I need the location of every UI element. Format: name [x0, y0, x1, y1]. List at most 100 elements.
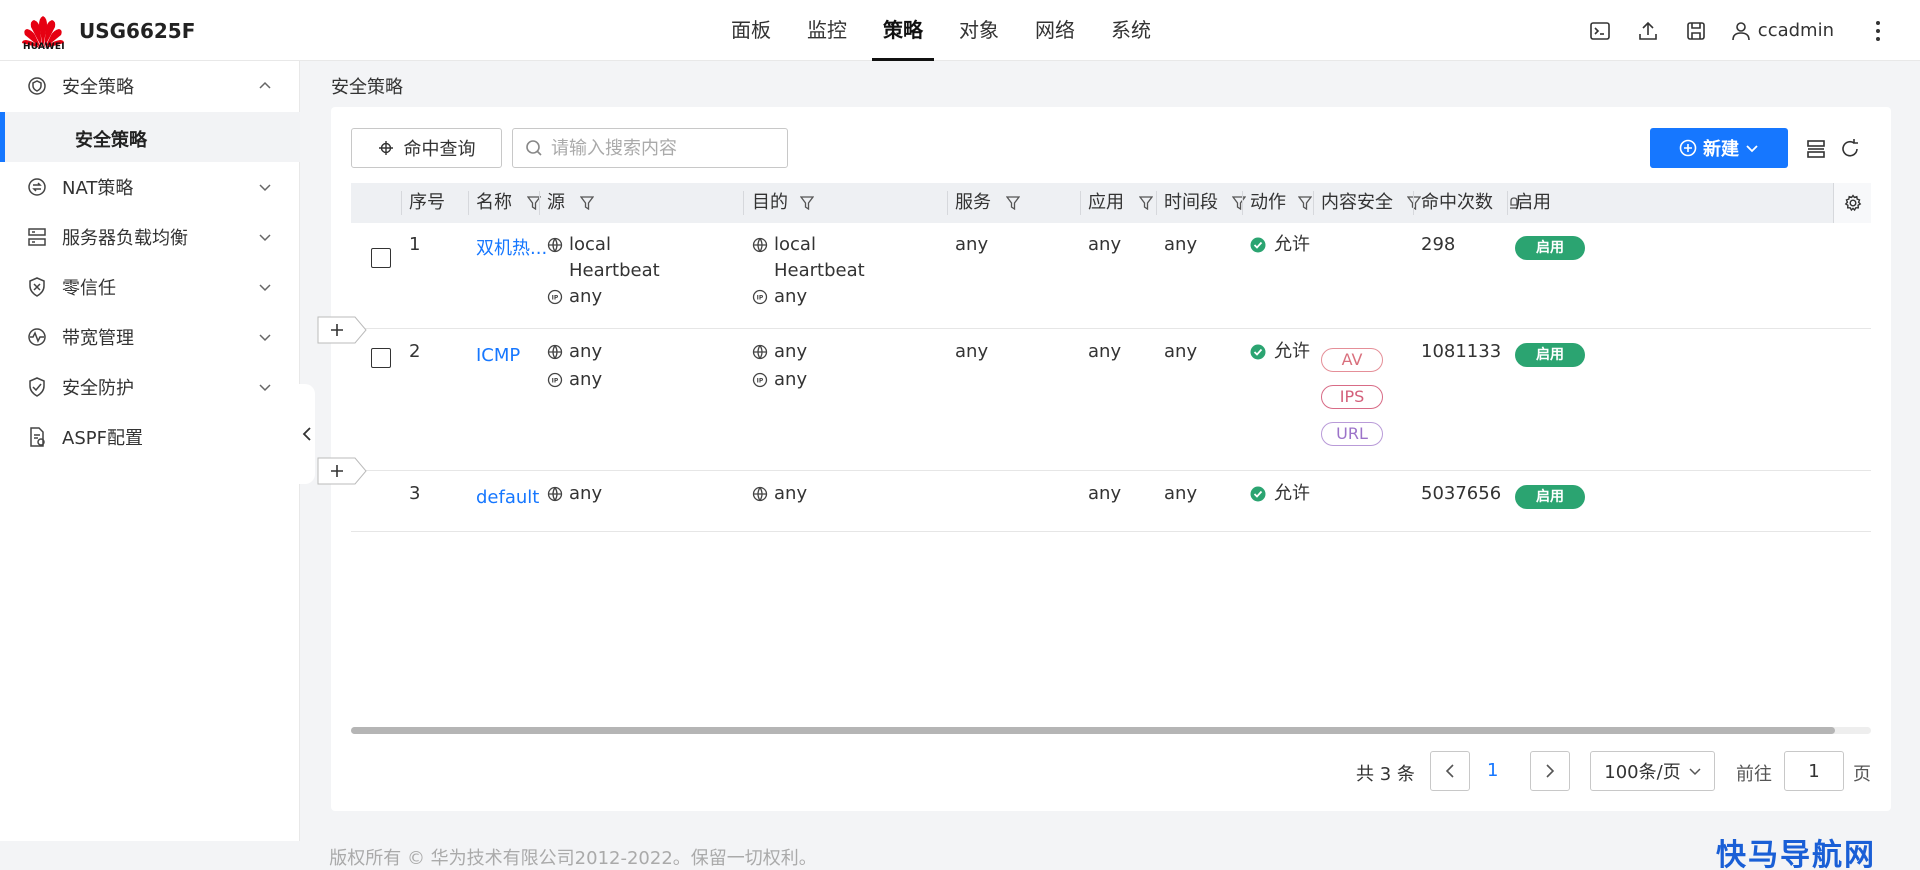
cell-name-link[interactable]: 双机热... — [476, 237, 547, 261]
cell-hits: 1081133 — [1421, 341, 1502, 362]
page-number-current[interactable]: 1 — [1487, 760, 1498, 781]
table-row[interactable]: 3 default any any any any 允许 5037656 启用 — [351, 472, 1871, 532]
cell-time-range: any — [1164, 234, 1198, 255]
cell-time-range: any — [1164, 341, 1198, 362]
sidebar-item-label: 服务器负载均衡 — [62, 228, 188, 249]
svg-text:IP: IP — [552, 295, 559, 302]
content-security-tag-av[interactable]: AV — [1321, 348, 1383, 372]
col-service[interactable]: 服务 — [955, 183, 1020, 223]
nav-dashboard[interactable]: 面板 — [720, 0, 782, 61]
sidebar-collapse-handle[interactable] — [299, 384, 315, 484]
nat-icon — [28, 178, 46, 196]
cell-name-link[interactable]: ICMP — [476, 344, 520, 368]
col-source[interactable]: 源 — [547, 183, 594, 223]
refresh-icon[interactable] — [1839, 138, 1861, 160]
cell-application: any — [1088, 483, 1122, 504]
cell-enabled: 启用 — [1515, 484, 1585, 509]
insert-row-button[interactable] — [317, 457, 367, 485]
nav-system[interactable]: 系统 — [1100, 0, 1162, 61]
security-policy-icon — [28, 77, 46, 95]
hit-query-button[interactable]: 命中查询 — [351, 128, 502, 168]
ip-address-icon: IP — [752, 372, 768, 388]
footer-copyright: 版权所有 © 华为技术有限公司2012-2022。保留一切权利。 — [329, 848, 817, 869]
sidebar-item-bandwidth[interactable]: 带宽管理 — [0, 312, 300, 362]
prev-page-button[interactable] — [1430, 751, 1470, 791]
sidebar-subitem-security-policy[interactable]: 安全策略 — [0, 112, 300, 162]
row-checkbox[interactable] — [371, 348, 391, 368]
sidebar-item-nat-policy[interactable]: NAT策略 — [0, 162, 300, 212]
ip-address-icon: IP — [752, 289, 768, 305]
col-time-range[interactable]: 时间段 — [1164, 183, 1246, 223]
sidebar-item-aspf[interactable]: ASPF配置 — [0, 412, 300, 462]
chevron-up-icon — [259, 81, 271, 89]
content-security-tag-url[interactable]: URL — [1321, 422, 1383, 446]
hit-query-label: 命中查询 — [403, 139, 476, 160]
col-application[interactable]: 应用 — [1088, 183, 1153, 223]
cell-index: 1 — [409, 234, 421, 255]
plus-circle-icon — [1679, 139, 1697, 157]
cell-application: any — [1088, 234, 1122, 255]
check-circle-icon — [1250, 237, 1266, 253]
nav-object[interactable]: 对象 — [948, 0, 1010, 61]
cell-source: any — [547, 482, 602, 506]
chevron-down-icon — [259, 284, 271, 292]
save-icon[interactable] — [1684, 19, 1708, 43]
table-row[interactable]: 2 ICMP any IP any any IP any any any any 允… — [351, 330, 1871, 471]
sidebar-item-security-policy[interactable]: 安全策略 — [0, 61, 300, 111]
content-security-tag-ips[interactable]: IPS — [1321, 385, 1383, 409]
filter-icon — [1407, 196, 1421, 210]
column-settings-icon[interactable] — [1805, 138, 1827, 160]
terminal-icon[interactable] — [1588, 19, 1612, 43]
cell-name-link[interactable]: default — [476, 486, 539, 510]
check-circle-icon — [1250, 486, 1266, 502]
new-button[interactable]: 新建 — [1650, 128, 1788, 168]
header-actions: ccadmin — [1588, 0, 1920, 61]
user-menu[interactable]: ccadmin — [1731, 20, 1834, 41]
sidebar: 安全策略 安全策略 NAT策略 服务器负载均衡 零信任 带宽管理 安全防护 AS… — [0, 61, 300, 841]
col-destination[interactable]: 目的 — [752, 183, 814, 223]
enabled-badge[interactable]: 启用 — [1515, 343, 1585, 367]
nav-network[interactable]: 网络 — [1024, 0, 1086, 61]
upload-icon[interactable] — [1636, 19, 1660, 43]
scrollbar-thumb[interactable] — [351, 727, 1835, 734]
row-checkbox[interactable] — [371, 248, 391, 268]
cell-source: local Heartbeat IP any — [547, 233, 660, 309]
cell-action: 允许 — [1250, 233, 1310, 257]
zone-globe-icon — [752, 486, 768, 502]
col-content-security[interactable]: 内容安全 — [1321, 183, 1421, 223]
table-settings-cell[interactable] — [1833, 183, 1871, 223]
ip-address-icon: IP — [547, 372, 563, 388]
goto-page-input[interactable] — [1784, 751, 1844, 791]
col-hits[interactable]: 命中次数 — [1421, 183, 1518, 223]
zero-trust-icon — [29, 277, 45, 297]
search-input[interactable] — [551, 137, 771, 159]
next-page-button[interactable] — [1530, 751, 1570, 791]
col-enabled: 启用 — [1515, 192, 1551, 213]
table-row[interactable]: 1 双机热... local Heartbeat IP any local Hea… — [351, 223, 1871, 329]
aspf-icon — [30, 427, 45, 447]
cell-index: 3 — [409, 483, 421, 504]
top-nav: 面板 监控 策略 对象 网络 系统 — [720, 0, 1176, 61]
svg-text:IP: IP — [757, 295, 764, 302]
user-icon — [1731, 21, 1750, 40]
insert-row-button[interactable] — [317, 316, 367, 344]
table-horizontal-scrollbar[interactable] — [351, 727, 1871, 734]
enabled-badge[interactable]: 启用 — [1515, 236, 1585, 260]
sidebar-item-label: 零信任 — [62, 278, 116, 299]
filter-icon — [1006, 196, 1020, 210]
col-action[interactable]: 动作 — [1250, 183, 1312, 223]
sidebar-item-security-protection[interactable]: 安全防护 — [0, 362, 300, 412]
cell-hits: 5037656 — [1421, 483, 1502, 504]
chevron-down-icon — [259, 334, 271, 342]
nav-policy[interactable]: 策略 — [872, 0, 934, 61]
enabled-badge[interactable]: 启用 — [1515, 485, 1585, 509]
sidebar-subitem-label: 安全策略 — [75, 130, 147, 151]
page-size-select[interactable]: 100条/页 — [1590, 751, 1715, 791]
sidebar-item-server-lb[interactable]: 服务器负载均衡 — [0, 212, 300, 262]
policy-card: 命中查询 新建 序号 名称 源 目的 服务 应用 时间段 动作 内容安全 命中次… — [331, 107, 1891, 811]
more-vertical-icon[interactable] — [1866, 19, 1890, 43]
nav-monitor[interactable]: 监控 — [796, 0, 858, 61]
col-name[interactable]: 名称 — [476, 183, 541, 223]
filter-icon — [580, 196, 594, 210]
sidebar-item-zero-trust[interactable]: 零信任 — [0, 262, 300, 312]
